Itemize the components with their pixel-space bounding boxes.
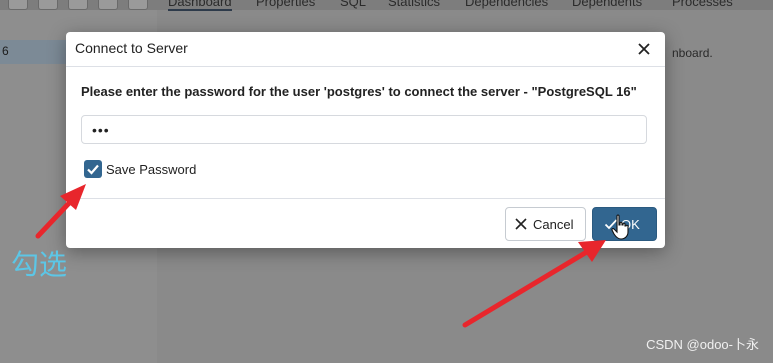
dialog-title: Connect to Server [75, 40, 188, 56]
terminal-icon[interactable] [128, 0, 148, 10]
password-prompt: Please enter the password for the user '… [81, 84, 637, 99]
toolbar: Dashboard Properties SQL Statistics Depe… [0, 0, 773, 11]
cancel-button[interactable]: Cancel [505, 207, 586, 241]
dialog-header: Connect to Server [66, 32, 665, 67]
grid-icon[interactable] [38, 0, 58, 10]
tab-sql[interactable]: SQL [340, 0, 366, 9]
tab-properties[interactable]: Properties [256, 0, 315, 9]
watermark: CSDN @odoo-卜永 [646, 337, 759, 352]
close-icon [638, 43, 650, 55]
tab-processes[interactable]: Processes [672, 0, 733, 9]
toolbar-icon[interactable] [8, 0, 28, 10]
tree-item-label: 6 [2, 44, 9, 58]
annotation-label: 勾选 [11, 249, 68, 280]
cancel-label: Cancel [533, 217, 574, 232]
close-button[interactable] [635, 40, 653, 58]
dashboard-hint: nboard. [672, 46, 713, 60]
table-icon[interactable] [68, 0, 88, 10]
save-password-checkbox[interactable] [84, 160, 102, 178]
tab-dependencies[interactable]: Dependencies [465, 0, 548, 9]
save-password-label: Save Password [106, 162, 197, 177]
password-field[interactable] [81, 115, 647, 144]
hand-pointer-icon [611, 214, 629, 240]
search-icon[interactable] [98, 0, 118, 10]
tab-statistics[interactable]: Statistics [388, 0, 440, 9]
x-icon [515, 218, 527, 230]
tab-dashboard[interactable]: Dashboard [168, 0, 232, 11]
tab-dependents[interactable]: Dependents [572, 0, 642, 9]
check-icon [87, 164, 99, 175]
dialog-footer: Cancel OK [66, 198, 665, 249]
connect-to-server-dialog: Connect to Server Please enter the passw… [66, 32, 665, 248]
